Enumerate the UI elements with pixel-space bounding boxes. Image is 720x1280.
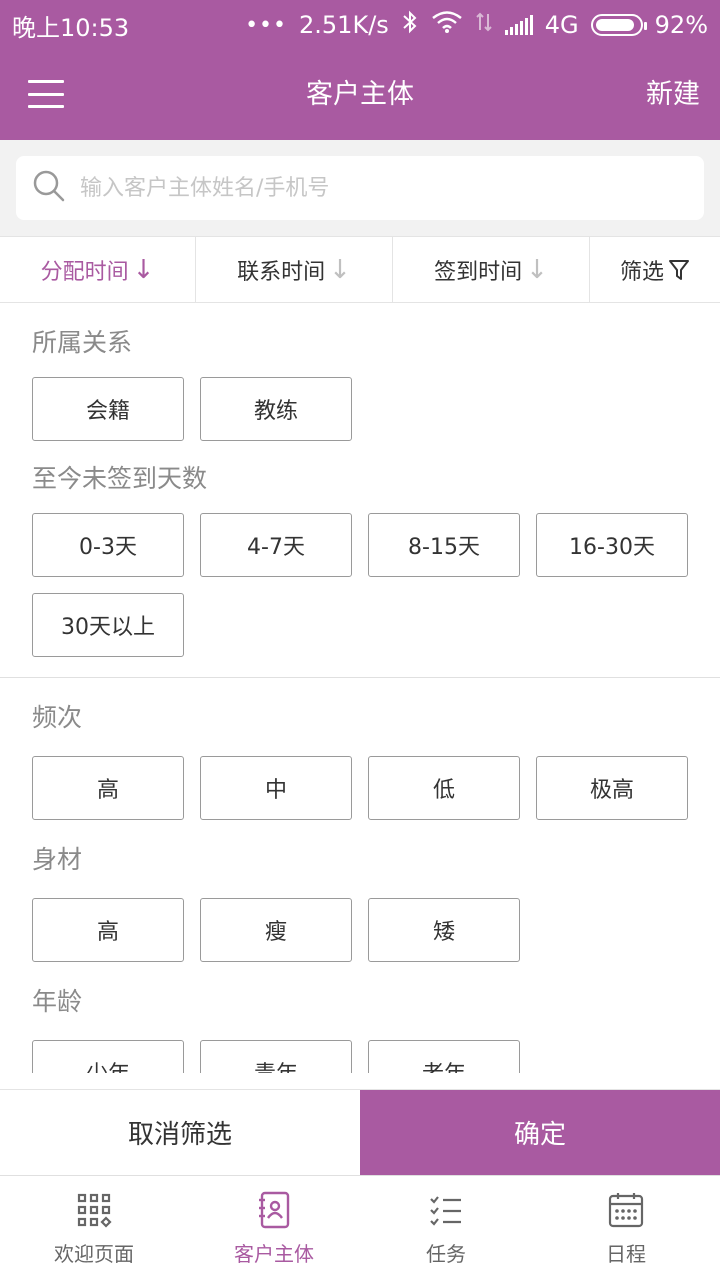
arrow-down-icon: ↓ (329, 254, 351, 285)
status-dots: ••• (245, 12, 288, 38)
section-title: 频次 (32, 703, 83, 732)
status-indicators: ••• 2.51K/s 4G 92% (245, 10, 708, 40)
sort-bar: 分配时间 ↓ 联系时间 ↓ 签到时间 ↓ 筛选 (0, 236, 720, 303)
option-chip[interactable]: 8-15天 (368, 513, 520, 577)
sort-checkin-time[interactable]: 签到时间 ↓ (393, 237, 590, 302)
search-box[interactable] (16, 156, 704, 220)
filter-label: 筛选 (619, 259, 664, 285)
option-chip[interactable]: 瘦 (200, 898, 352, 962)
chip-row: 高 瘦 矮 (32, 898, 688, 962)
confirm-button[interactable]: 确定 (360, 1090, 720, 1175)
option-chip[interactable]: 30天以上 (32, 593, 184, 657)
battery-icon (590, 14, 647, 36)
new-button[interactable]: 新建 (646, 50, 700, 140)
chip-row: 少年 青年 老年 (32, 1040, 688, 1073)
option-chip[interactable]: 青年 (200, 1040, 352, 1073)
option-chip[interactable]: 低 (368, 756, 520, 820)
filter-body: 身材 高 瘦 矮 (0, 820, 720, 962)
contacts-book-icon (254, 1190, 294, 1230)
filter-toggle[interactable]: 筛选 (590, 237, 720, 302)
filter-age: 年龄 少年 青年 老年 (0, 962, 720, 1073)
status-time: 晚上10:53 (12, 13, 130, 42)
option-chip[interactable]: 高 (32, 898, 184, 962)
battery-level: 92% (654, 11, 708, 39)
tab-label: 客户主体 (234, 1241, 314, 1266)
app-bar: 客户主体 新建 (0, 50, 720, 140)
data-transfer-icon (475, 10, 493, 40)
grid-icon (74, 1190, 114, 1230)
sort-label: 联系时间 (237, 259, 326, 285)
sort-label: 签到时间 (434, 259, 523, 285)
menu-icon[interactable] (28, 80, 64, 108)
tab-label: 日程 (606, 1241, 646, 1266)
task-list-icon (426, 1190, 466, 1230)
search-section (0, 140, 720, 236)
page-title: 客户主体 (306, 79, 414, 110)
tab-tasks[interactable]: 任务 (360, 1176, 532, 1280)
option-chip[interactable]: 16-30天 (536, 513, 688, 577)
filter-icon (668, 258, 690, 282)
filter-panel: 所属关系 会籍 教练 至今未签到天数 0-3天 4-7天 8-15天 16-30… (0, 303, 720, 1073)
option-chip[interactable]: 中 (200, 756, 352, 820)
status-speed: 2.51K/s (299, 11, 389, 39)
option-chip[interactable]: 极高 (536, 756, 688, 820)
tab-welcome[interactable]: 欢迎页面 (0, 1176, 188, 1280)
chip-row: 0-3天 4-7天 8-15天 16-30天 30天以上 (32, 513, 688, 657)
option-chip[interactable]: 教练 (200, 377, 352, 441)
signal-icon (504, 15, 533, 35)
wifi-icon (431, 10, 463, 40)
bottom-tab-bar: 欢迎页面 客户主体 任务 日程 (0, 1175, 720, 1280)
arrow-down-icon: ↓ (132, 254, 155, 285)
filter-actions: 取消筛选 确定 (0, 1089, 720, 1175)
status-bar: 晚上10:53 ••• 2.51K/s 4G 92% (0, 0, 720, 50)
option-chip[interactable]: 4-7天 (200, 513, 352, 577)
section-title: 至今未签到天数 (32, 464, 208, 493)
sort-contact-time[interactable]: 联系时间 ↓ (196, 237, 393, 302)
option-chip[interactable]: 矮 (368, 898, 520, 962)
search-icon (32, 169, 66, 207)
option-chip[interactable]: 少年 (32, 1040, 184, 1073)
section-title: 所属关系 (32, 328, 133, 357)
tab-label: 任务 (426, 1241, 466, 1266)
option-chip[interactable]: 高 (32, 756, 184, 820)
chip-row: 会籍 教练 (32, 377, 688, 441)
filter-relation: 所属关系 会籍 教练 (0, 303, 720, 441)
tab-label: 欢迎页面 (54, 1241, 134, 1266)
section-title: 年龄 (32, 987, 83, 1016)
cancel-filter-button[interactable]: 取消筛选 (0, 1090, 360, 1175)
section-title: 身材 (32, 845, 83, 874)
chip-row: 高 中 低 极高 (32, 756, 688, 820)
tab-schedule[interactable]: 日程 (532, 1176, 720, 1280)
option-chip[interactable]: 0-3天 (32, 513, 184, 577)
bluetooth-icon (401, 10, 419, 40)
calendar-icon (606, 1190, 646, 1230)
network-type: 4G (544, 11, 579, 39)
tab-customers[interactable]: 客户主体 (188, 1176, 360, 1280)
arrow-down-icon: ↓ (526, 254, 548, 285)
sort-label: 分配时间 (40, 259, 129, 285)
search-input[interactable] (80, 175, 704, 201)
filter-days: 至今未签到天数 0-3天 4-7天 8-15天 16-30天 30天以上 (0, 441, 720, 657)
option-chip[interactable]: 老年 (368, 1040, 520, 1073)
sort-assign-time[interactable]: 分配时间 ↓ (0, 237, 196, 302)
filter-frequency: 频次 高 中 低 极高 (0, 678, 720, 820)
option-chip[interactable]: 会籍 (32, 377, 184, 441)
